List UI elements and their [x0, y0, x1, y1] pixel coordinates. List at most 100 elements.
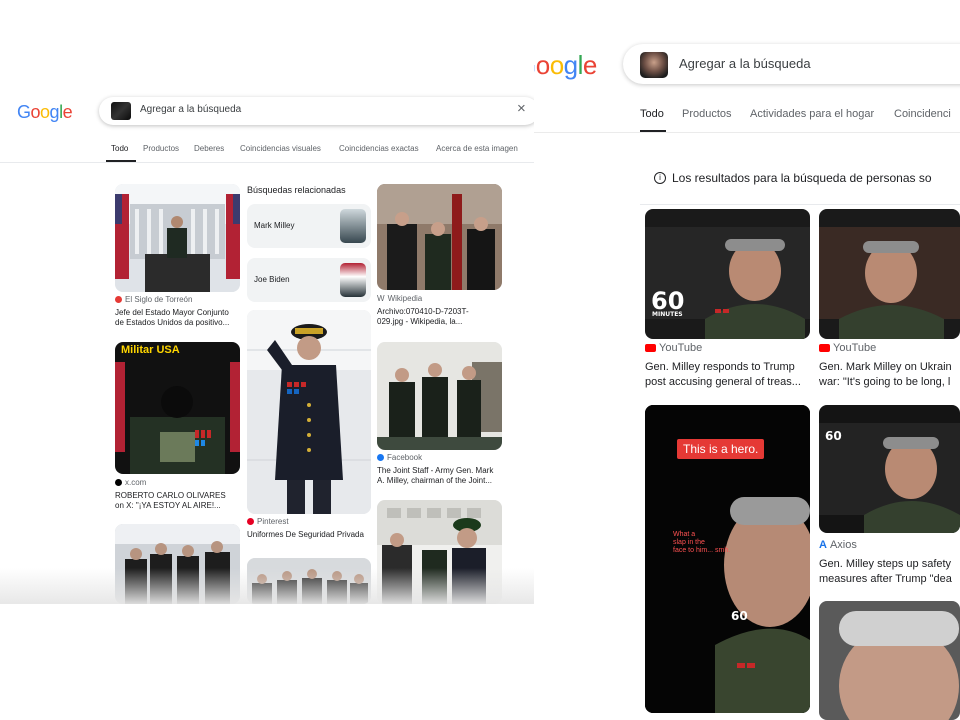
left-screenshot: Google Agregar a la búsqueda × Todo Prod…	[0, 88, 534, 604]
result-source[interactable]: YouTube	[819, 342, 876, 354]
caption-line: A. Milley, chairman of the Joint...	[377, 476, 493, 485]
source-name: Axios	[829, 539, 857, 551]
caption-line: Gen. Milley responds to Trump	[645, 361, 795, 373]
source-name: YouTube	[659, 342, 703, 354]
result-caption[interactable]: Uniformes De Seguridad Privada	[247, 530, 364, 540]
related-search-chip[interactable]: Joe Biden	[247, 258, 371, 302]
search-image-thumbnail[interactable]	[111, 102, 131, 120]
result-caption[interactable]: ROBERTO CARLO OLIVARES on X: "¡YA ESTOY …	[115, 491, 226, 511]
60-minutes-badge: 60	[731, 609, 748, 623]
info-icon[interactable]: i	[654, 172, 666, 184]
source-name: Facebook	[387, 453, 423, 462]
search-image-thumbnail[interactable]	[640, 52, 668, 78]
tab-bar: Todo Productos Actividades para el hogar…	[534, 100, 960, 133]
tab-bar: Todo Productos Deberes Coincidencias vis…	[0, 136, 534, 163]
60-minutes-subbadge: MINUTES	[652, 311, 683, 318]
related-searches-title: Búsquedas relacionadas	[247, 185, 346, 195]
tab-coincidencias-exactas[interactable]: Coincidencias exactas	[339, 144, 419, 153]
result-source[interactable]: YouTube	[645, 342, 702, 354]
result-source[interactable]: W Wikipedia	[377, 294, 422, 303]
google-logo[interactable]: Google	[17, 102, 73, 123]
caption-line: on X: "¡YA ESTOY AL AIRE!...	[115, 501, 221, 510]
caption-line: measures after Trump "dea	[819, 573, 952, 585]
tab-acerca-de-esta-imagen[interactable]: Acerca de esta imagen	[436, 144, 518, 153]
source-name: El Siglo de Torreón	[125, 295, 193, 304]
result-image[interactable]	[377, 184, 502, 290]
result-source[interactable]: A Axios	[819, 539, 857, 551]
notice-text: Los resultados para la búsqueda de perso…	[672, 171, 932, 185]
caption-line: post accusing general of treas...	[645, 376, 801, 388]
search-placeholder[interactable]: Agregar a la búsqueda	[679, 56, 811, 71]
result-video[interactable]: This is a hero. What a slap in the face …	[645, 405, 810, 713]
60-minutes-badge: 60	[825, 429, 842, 443]
subtitle-line: What a	[673, 531, 696, 538]
caption-line: Jefe del Estado Mayor Conjunto	[115, 308, 229, 317]
video-subtitle: What a slap in the face to him... smh.	[673, 531, 730, 555]
result-image[interactable]: 60	[819, 405, 960, 533]
subtitle-line: face to him... smh.	[673, 547, 731, 554]
tab-todo[interactable]: Todo	[111, 144, 128, 153]
caption-line: de Estados Unidos da positivo...	[115, 318, 230, 327]
result-source[interactable]: El Siglo de Torreón	[115, 295, 192, 304]
video-overlay-label: This is a hero.	[677, 439, 765, 459]
caption-line: The Joint Staff - Army Gen. Mark	[377, 466, 494, 475]
people-search-notice: i Los resultados para la búsqueda de per…	[654, 171, 932, 185]
result-image[interactable]	[819, 601, 960, 720]
search-placeholder[interactable]: Agregar a la búsqueda	[140, 104, 241, 115]
caption-line: Gen. Milley steps up safety	[819, 558, 952, 570]
search-bar[interactable]: Agregar a la búsqueda ×	[99, 97, 534, 125]
pinterest-icon	[247, 518, 254, 525]
source-name: x.com	[125, 478, 147, 487]
source-favicon-icon	[115, 296, 122, 303]
result-caption[interactable]: Jefe del Estado Mayor Conjunto de Estado…	[115, 308, 229, 328]
tab-actividades-para-el-hogar[interactable]: Actividades para el hogar	[750, 108, 874, 120]
result-image[interactable]	[115, 184, 240, 292]
caption-line: Gen. Mark Milley on Ukrain	[819, 361, 952, 373]
axios-icon: A	[819, 539, 827, 551]
caption-line: ROBERTO CARLO OLIVARES	[115, 491, 226, 500]
caption-line: war: "It's going to be long, l	[819, 376, 951, 388]
youtube-icon	[645, 344, 656, 352]
close-icon[interactable]: ×	[517, 100, 526, 117]
subtitle-line: slap in the	[673, 539, 705, 546]
active-tab-indicator	[106, 160, 136, 162]
active-tab-indicator	[640, 130, 666, 132]
tab-coincidencias-visuales[interactable]: Coincidencias visuales	[240, 144, 321, 153]
caption-line: Uniformes De Seguridad Privada	[247, 530, 364, 539]
divider	[640, 204, 960, 205]
scroll-fade	[0, 568, 534, 604]
result-source[interactable]: Facebook	[377, 453, 422, 462]
tab-todo[interactable]: Todo	[640, 108, 664, 120]
result-caption[interactable]: Gen. Milley steps up safety measures aft…	[819, 557, 952, 587]
google-logo[interactable]: Google	[534, 50, 597, 81]
banner-text: Militar USA	[121, 344, 180, 356]
result-caption[interactable]: Gen. Mark Milley on Ukrain war: "It's go…	[819, 360, 952, 390]
tab-deberes[interactable]: Deberes	[194, 144, 224, 153]
result-image[interactable]	[247, 310, 371, 514]
related-search-label: Mark Milley	[254, 221, 295, 230]
result-source[interactable]: x.com	[115, 478, 146, 487]
result-caption[interactable]: Gen. Milley responds to Trump post accus…	[645, 360, 801, 390]
result-image[interactable]: 60 MINUTES	[645, 209, 810, 339]
result-image[interactable]: Militar USA	[115, 342, 240, 474]
facebook-icon	[377, 454, 384, 461]
related-search-label: Joe Biden	[254, 275, 290, 284]
tab-productos[interactable]: Productos	[682, 108, 732, 120]
related-search-thumbnail	[340, 209, 366, 243]
tab-coincidencias[interactable]: Coincidenci	[894, 108, 951, 120]
source-name: YouTube	[833, 342, 877, 354]
tab-productos[interactable]: Productos	[143, 144, 179, 153]
result-source[interactable]: Pinterest	[247, 517, 289, 526]
caption-line: Archivo:070410-D-7203T-	[377, 307, 469, 316]
wikipedia-icon: W	[377, 294, 385, 303]
right-screenshot: Google Agregar a la búsqueda Todo Produc…	[534, 28, 960, 720]
source-name: Pinterest	[257, 517, 289, 526]
result-caption[interactable]: The Joint Staff - Army Gen. Mark A. Mill…	[377, 466, 493, 486]
related-search-chip[interactable]: Mark Milley	[247, 204, 371, 248]
result-caption[interactable]: Archivo:070410-D-7203T- 029.jpg - Wikipe…	[377, 307, 469, 327]
related-search-thumbnail	[340, 263, 366, 297]
x-icon	[115, 479, 122, 486]
search-bar[interactable]: Agregar a la búsqueda	[623, 44, 960, 84]
result-image[interactable]	[819, 209, 960, 339]
result-image[interactable]	[377, 342, 502, 450]
